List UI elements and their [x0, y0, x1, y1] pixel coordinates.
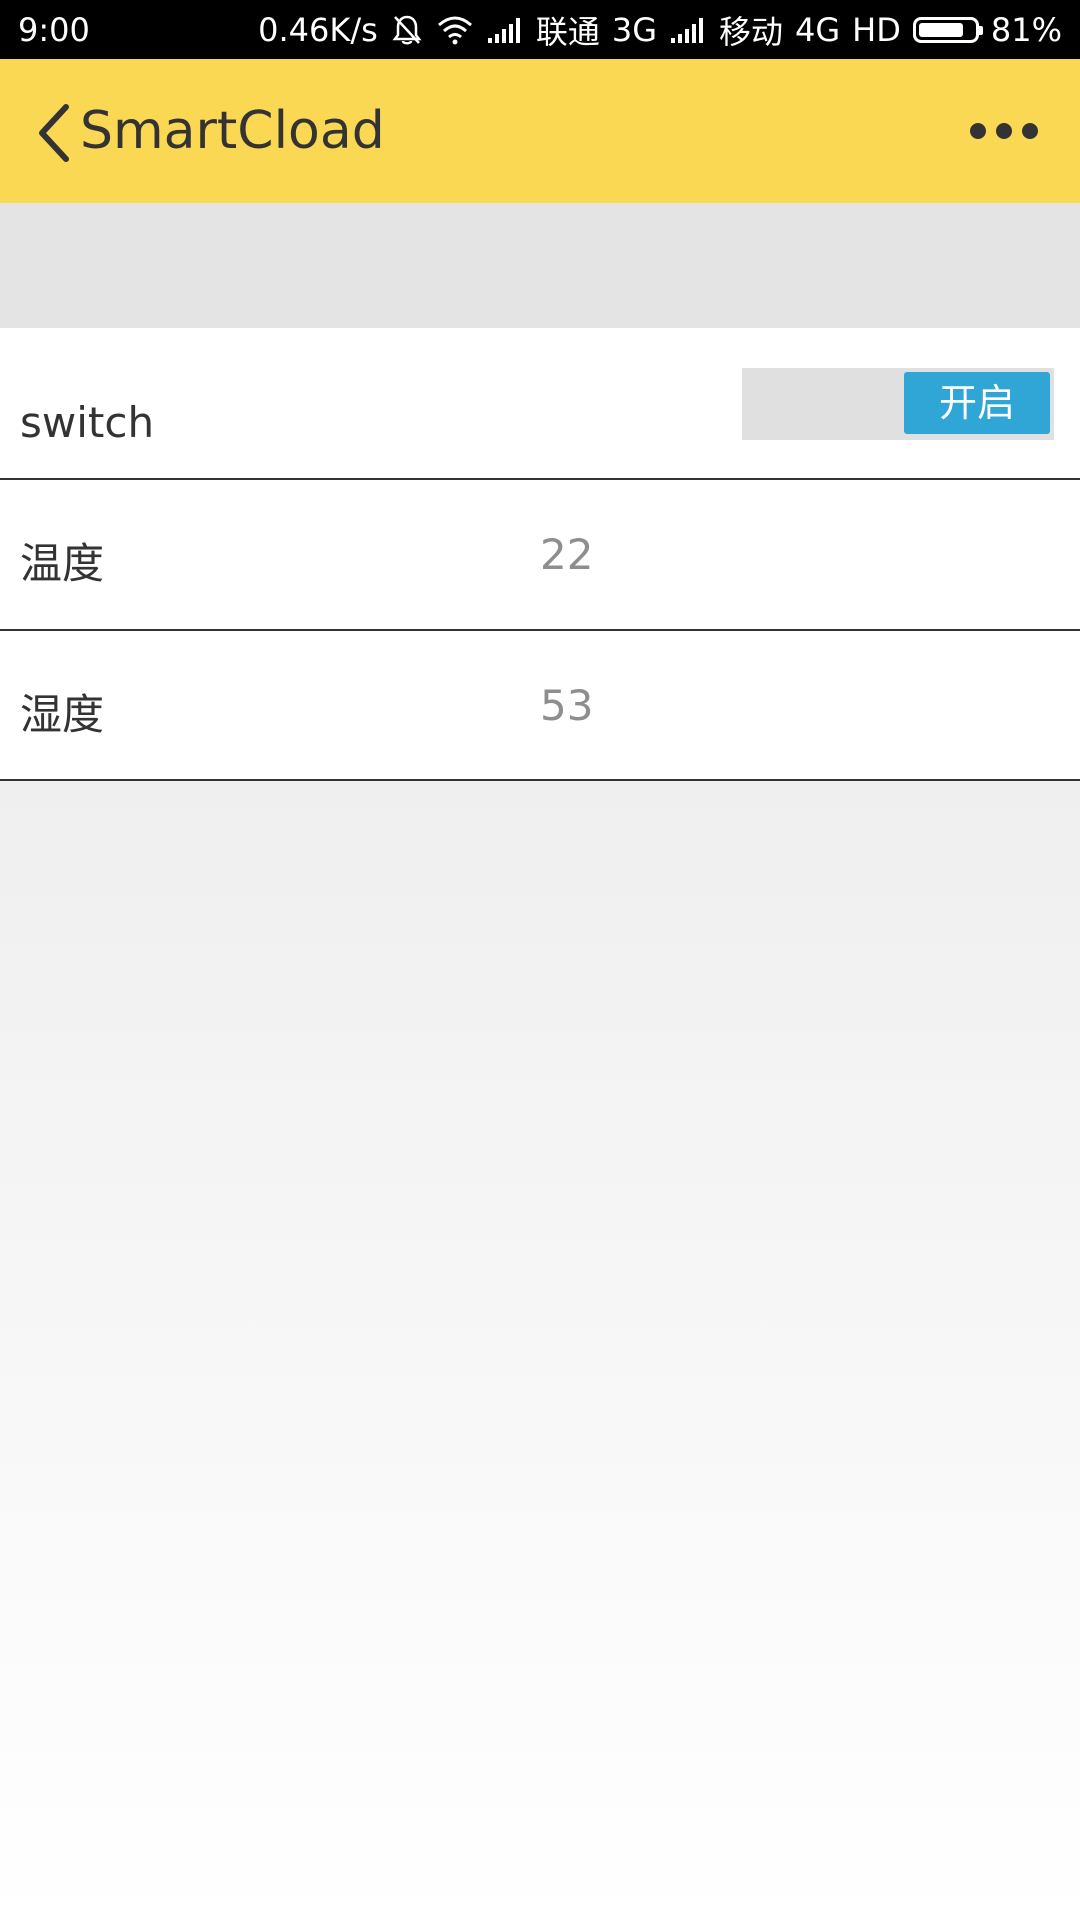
status-right-group: 0.46K/s 联通 3G 移动 4G HD 81% — [258, 7, 1062, 53]
switch-label: switch — [20, 398, 155, 447]
temperature-label: 温度 — [20, 539, 105, 588]
page-title: SmartCload — [80, 101, 385, 161]
battery-level — [918, 22, 963, 37]
net-speed: 0.46K/s — [258, 10, 378, 49]
humidity-label: 湿度 — [20, 690, 105, 739]
status-time: 9:00 — [18, 10, 90, 49]
battery-icon — [912, 16, 983, 43]
more-horizontal-icon — [970, 123, 1038, 139]
wifi-icon — [436, 15, 474, 45]
switch-toggle[interactable]: 开启 — [742, 368, 1054, 440]
temperature-row: 温度 22 — [0, 480, 1080, 631]
chevron-left-icon — [39, 104, 69, 162]
app-bar: SmartCload — [0, 59, 1080, 203]
network-type-1: 3G — [611, 10, 657, 49]
status-bar: 9:00 0.46K/s 联通 3G 移动 4G HD 81% — [0, 0, 1080, 59]
temperature-value: 22 — [540, 530, 594, 579]
toggle-on-button[interactable]: 开启 — [904, 372, 1050, 434]
more-button[interactable] — [968, 103, 1040, 159]
humidity-value: 53 — [540, 681, 594, 730]
empty-content-area — [0, 781, 1080, 1920]
humidity-row: 湿度 53 — [0, 631, 1080, 781]
signal-icon — [486, 16, 524, 44]
switch-row: switch 开启 — [0, 328, 1080, 480]
battery-percent: 81% — [990, 10, 1062, 49]
carrier-2: 移动 — [719, 12, 784, 51]
back-button[interactable] — [28, 99, 80, 167]
signal-icon — [669, 16, 707, 44]
hd-indicator: HD — [852, 10, 901, 49]
carrier-1: 联通 — [535, 12, 600, 51]
bell-off-icon — [390, 13, 424, 47]
network-type-2: 4G — [795, 10, 841, 49]
header-spacer — [0, 203, 1080, 328]
